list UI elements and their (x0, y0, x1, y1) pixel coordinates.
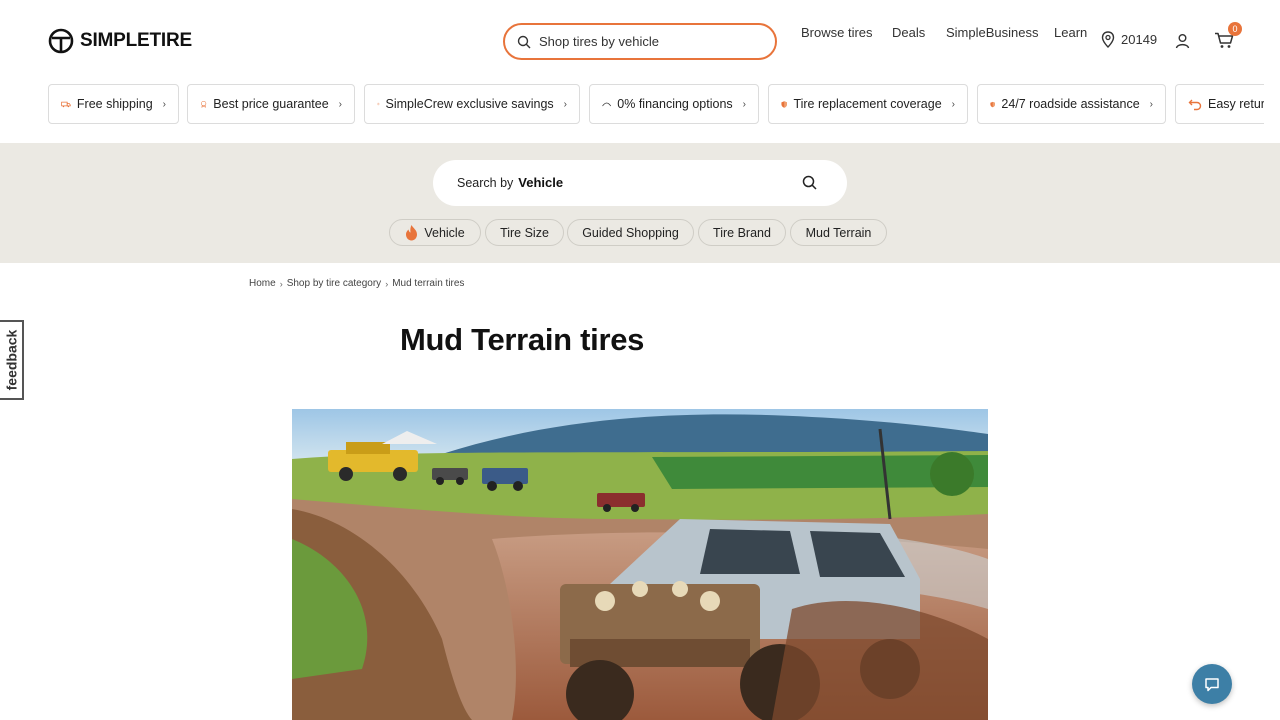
breadcrumb-category[interactable]: Shop by tire category (287, 278, 382, 289)
vehicle-search-band: Search by Vehicle Vehicle Tire Size Guid… (0, 143, 1280, 263)
chevron-right-icon: › (742, 98, 746, 110)
benefit-label: 24/7 roadside assistance (1001, 97, 1140, 111)
badge-icon (201, 100, 207, 108)
chip-label: Vehicle (424, 225, 465, 240)
feedback-label: feedback (3, 329, 20, 391)
nav-learn[interactable]: Learn (1054, 25, 1087, 40)
hero-image-mud-jeep (292, 409, 988, 720)
chat-button[interactable] (1192, 664, 1232, 704)
search-icon (517, 35, 531, 48)
chat-bubble-icon (1205, 677, 1219, 691)
chip-tire-brand[interactable]: Tire Brand (698, 219, 786, 246)
vehicle-search-bar[interactable]: Search by Vehicle (433, 160, 847, 206)
breadcrumb-separator-icon: › (279, 278, 283, 289)
breadcrumb-separator-icon: › (385, 278, 389, 289)
chip-tire-size[interactable]: Tire Size (485, 219, 564, 246)
benefit-label: Best price guarantee (213, 97, 329, 111)
search-kind: Vehicle (518, 174, 564, 190)
search-icon[interactable] (802, 175, 817, 190)
location-selector[interactable]: 20149 (1101, 31, 1157, 48)
chip-label: Tire Brand (713, 225, 771, 240)
page-title: Mud Terrain tires (400, 322, 645, 357)
chip-label: Guided Shopping (582, 225, 679, 240)
hero-illustration (292, 409, 988, 720)
zip-code: 20149 (1121, 32, 1158, 47)
chip-guided-shopping[interactable]: Guided Shopping (567, 219, 694, 246)
benefit-easy-returns[interactable]: Easy returns (1175, 84, 1264, 124)
tire-logo-icon (48, 28, 74, 54)
logo[interactable]: SIMPLETIRE (48, 28, 192, 54)
cart-button[interactable]: 0 (1214, 22, 1242, 52)
benefit-label: Free shipping (76, 97, 153, 111)
site-header: SIMPLETIRE Browse tires Deals SimpleBusi… (0, 0, 1280, 80)
logo-text: SIMPLETIRE (80, 30, 193, 51)
account-icon[interactable] (1175, 33, 1190, 49)
header-search-input[interactable] (539, 34, 759, 49)
benefit-financing[interactable]: 0% financing options › (589, 84, 759, 124)
affirm-icon (602, 102, 612, 107)
benefits-strip: Free shipping › Best price guarantee › $… (48, 84, 1264, 124)
feedback-tab[interactable]: feedback (0, 320, 24, 400)
benefit-roadside[interactable]: 24/7 roadside assistance › (977, 84, 1166, 124)
benefit-label: SimpleCrew exclusive savings (385, 97, 554, 111)
chip-label: Tire Size (500, 225, 549, 240)
benefit-best-price[interactable]: Best price guarantee › (187, 84, 355, 124)
benefit-tire-replacement[interactable]: Tire replacement coverage › (768, 84, 968, 124)
shield-icon (990, 101, 996, 107)
chip-mud-terrain[interactable]: Mud Terrain (790, 219, 887, 246)
return-icon (1188, 99, 1202, 111)
breadcrumb-home[interactable]: Home (249, 278, 276, 289)
chevron-right-icon: › (338, 98, 342, 110)
chevron-right-icon: › (1149, 98, 1153, 110)
benefit-label: 0% financing options (617, 97, 733, 111)
nav-deals[interactable]: Deals (892, 25, 925, 40)
chip-label: Mud Terrain (805, 225, 872, 240)
chevron-right-icon: › (951, 98, 955, 110)
truck-icon (61, 101, 71, 108)
cart-count-badge: 0 (1228, 22, 1242, 36)
location-pin-icon (1101, 31, 1115, 48)
breadcrumb: Home › Shop by tire category › Mud terra… (249, 278, 464, 289)
chip-vehicle[interactable]: Vehicle (389, 219, 481, 246)
benefit-label: Tire replacement coverage (793, 97, 942, 111)
chevron-right-icon: › (162, 98, 166, 110)
benefit-simplecrew[interactable]: $ SimpleCrew exclusive savings › (364, 84, 580, 124)
flame-icon (406, 225, 418, 241)
search-by-label: Search by (457, 176, 514, 190)
benefit-label: Easy returns (1208, 97, 1264, 111)
shield-icon (781, 100, 788, 108)
nav-browse-tires[interactable]: Browse tires (801, 25, 873, 40)
nav-simplebusiness[interactable]: SimpleBusiness (946, 25, 1039, 40)
breadcrumb-current: Mud terrain tires (392, 278, 465, 289)
benefit-free-shipping[interactable]: Free shipping › (48, 84, 179, 124)
header-search[interactable] (503, 23, 777, 60)
chevron-right-icon: › (563, 98, 567, 110)
coin-icon: $ (377, 103, 380, 106)
